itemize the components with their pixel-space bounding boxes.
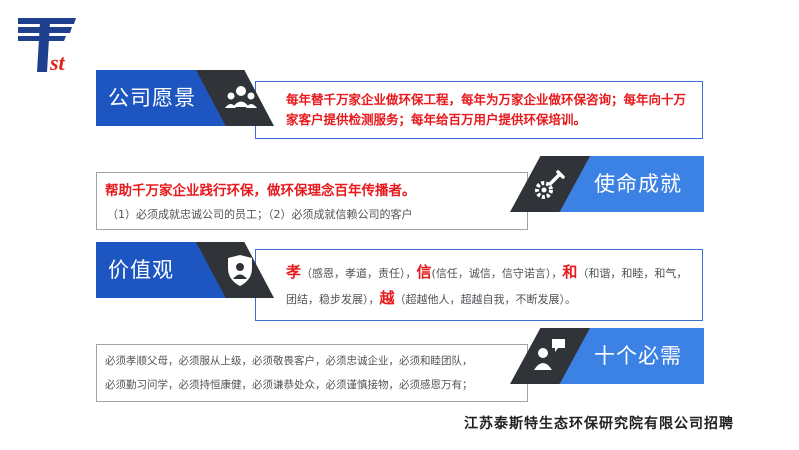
mission-subtext: （1）必须成就忠诚公司的员工；（2）必须成就信赖公司的客户 (107, 208, 413, 221)
value-desc-filial: （感恩，孝道，责任）， (301, 267, 417, 280)
value-key-harmony: 和 (562, 263, 578, 281)
vision-textbox: 每年替千万家企业做环保工程，每年为万家企业做环保咨询；每年向十万家客户提供检测服… (255, 81, 703, 139)
footer-company-name: 江苏泰斯特生态环保研究院有限公司招聘 (464, 416, 734, 432)
vision-text: 每年替千万家企业做环保工程，每年为万家企业做环保咨询；每年向十万家客户提供检测服… (286, 92, 687, 127)
mission-headline: 帮助千万家企业践行环保，做环保理念百年传播者。 (105, 183, 416, 199)
value-desc-trust: (信任，诚信，信守诺言）， (431, 267, 563, 280)
value-desc-surpass: （超越他人，超越自我，不断发展）。 (394, 293, 577, 306)
musts-line-1: 必须孝顺父母，必须服从上级，必须敬畏客户，必须忠诚企业，必须和睦团队， (105, 355, 473, 367)
mission-textbox: 帮助千万家企业践行环保，做环保理念百年传播者。 （1）必须成就忠诚公司的员工；（… (96, 172, 528, 230)
values-list: 孝（感恩，孝道，责任），信(信任，诚信，信守诺言），和（和谐，和睦，和气，团结，… (286, 260, 698, 312)
value-key-surpass: 越 (379, 289, 395, 307)
musts-textbox: 必须孝顺父母，必须服从上级，必须敬畏客户，必须忠诚企业，必须和睦团队， 必须勤习… (96, 344, 528, 402)
musts-line-2: 必须勤习问学，必须持恒康健，必须谦恭处众，必须谨慎接物，必须感恩万有； (105, 379, 473, 391)
value-key-filial: 孝 (286, 263, 302, 281)
company-logo: st (14, 14, 80, 76)
shield-user-icon (222, 254, 256, 288)
value-key-trust: 信 (416, 263, 432, 281)
gear-wrench-icon (532, 168, 566, 202)
logo-text: st (49, 50, 66, 75)
team-icon (224, 82, 258, 116)
values-textbox: 孝（感恩，孝道，责任），信(信任，诚信，信守诺言），和（和谐，和睦，和气，团结，… (255, 249, 703, 321)
speech-person-icon (532, 338, 566, 372)
